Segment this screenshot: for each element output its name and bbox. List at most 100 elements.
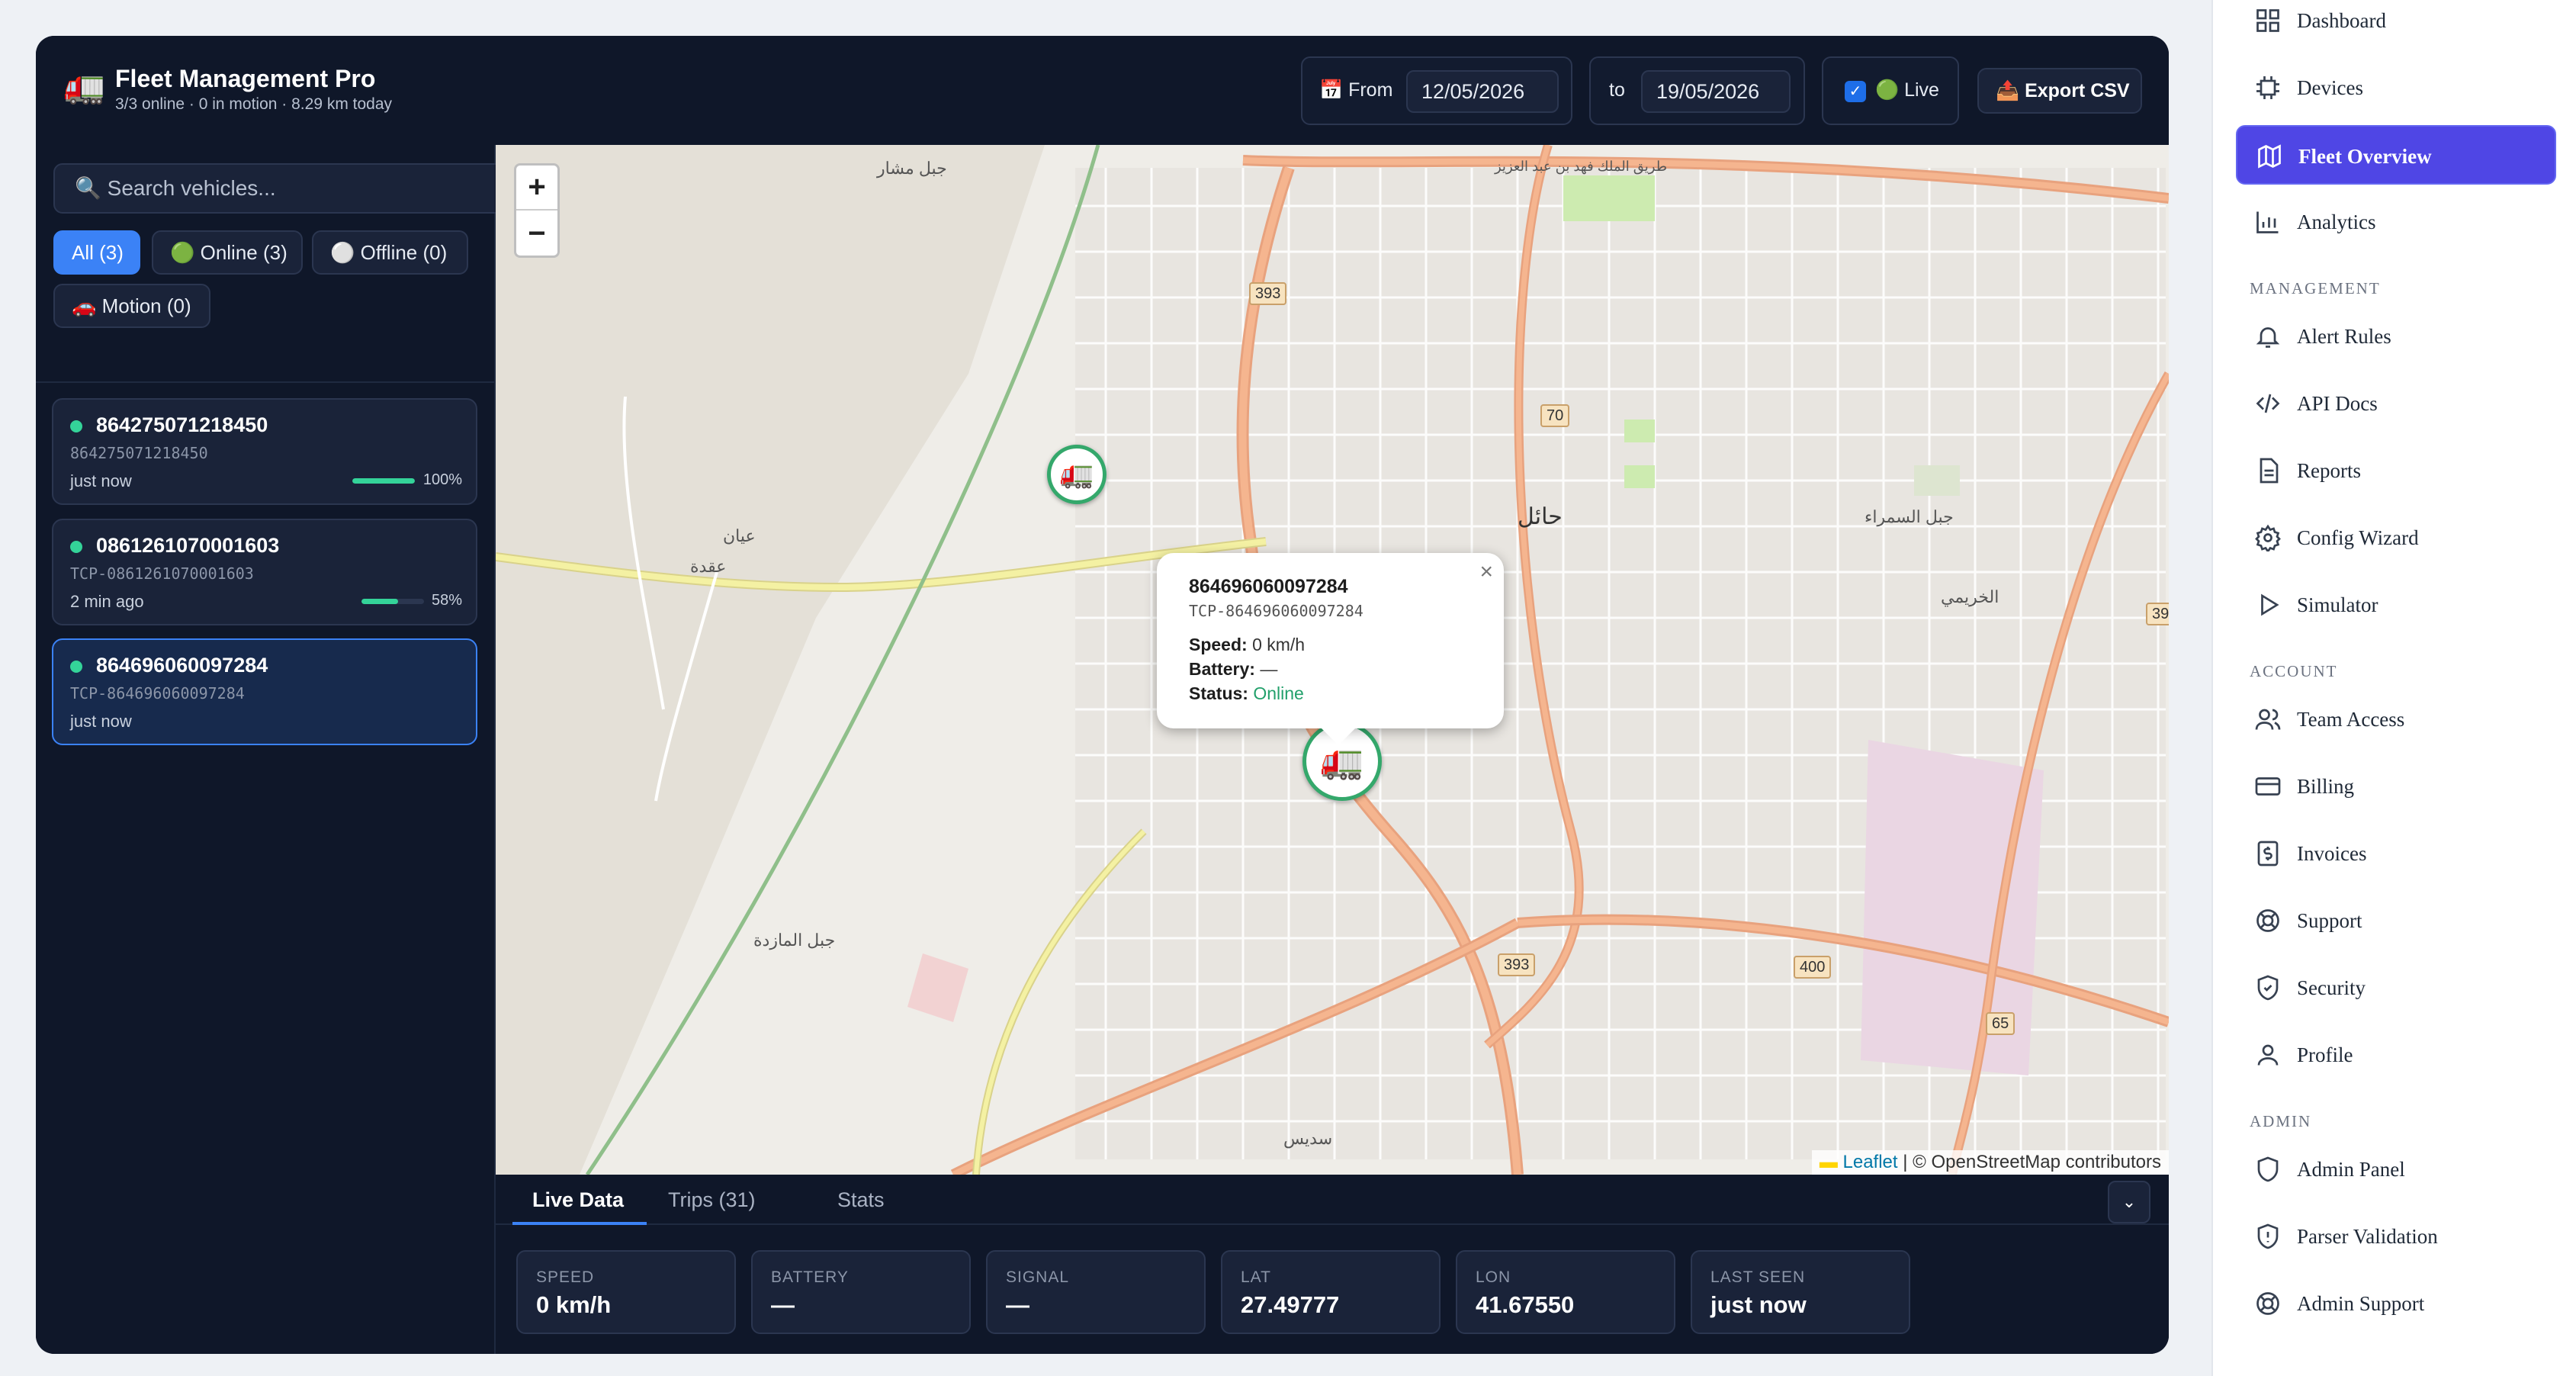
nav-dashboard[interactable]: Dashboard [2236, 0, 2556, 50]
nav-fleet-overview[interactable]: Fleet Overview [2236, 125, 2556, 185]
route-shield: 65 [1986, 1012, 2016, 1035]
app-title: Fleet Management Pro [115, 65, 376, 92]
credit-card-icon [2255, 777, 2281, 796]
chip-icon [2256, 76, 2279, 99]
zoom-out-button[interactable]: − [516, 212, 557, 257]
tab-live-data[interactable]: Live Data [532, 1188, 624, 1212]
popup-close-icon[interactable]: × [1479, 559, 1493, 585]
vehicle-card[interactable]: 0861261070001603 TCP-0861261070001603 2 … [52, 519, 477, 625]
nav-label: Simulator [2297, 593, 2378, 616]
collapse-panel-button[interactable]: ⌄ [2108, 1181, 2150, 1223]
live-toggle[interactable]: ✓ 🟢 Live [1822, 56, 1959, 125]
shield-icon [2257, 975, 2279, 1001]
nav-billing[interactable]: Billing [2236, 757, 2556, 816]
stat-last-seen: LAST SEEN just now [1691, 1250, 1910, 1334]
popup-status: Status: Online [1189, 683, 1304, 704]
vehicle-card-selected[interactable]: 864696060097284 TCP-864696060097284 just… [52, 638, 477, 745]
nav-label: Dashboard [2297, 9, 2386, 32]
map-label-uqdah: عقدة [690, 557, 727, 576]
nav-reports[interactable]: Reports [2236, 441, 2556, 500]
nav-api-docs[interactable]: API Docs [2236, 374, 2556, 433]
battery-bar [361, 599, 424, 604]
filter-all-chip[interactable]: All (3) [53, 230, 140, 275]
nav-invoices[interactable]: Invoices [2236, 824, 2556, 883]
detail-tabs: Live Data Trips (31) Stats ⌄ [496, 1175, 2169, 1225]
route-shield: 393 [2146, 603, 2169, 625]
nav-admin-support[interactable]: Admin Support [2236, 1274, 2556, 1333]
battery-percent: 58% [431, 592, 462, 609]
map-label-jabal-maidhiyah: جبل المازدة [753, 931, 836, 950]
stat-label: BATTERY [771, 1268, 849, 1286]
zoom-in-button[interactable]: + [516, 166, 557, 211]
tab-stats[interactable]: Stats [837, 1188, 885, 1212]
stat-value: 27.49777 [1241, 1291, 1340, 1318]
online-status-dot [70, 541, 82, 553]
live-checkbox[interactable]: ✓ [1845, 81, 1866, 102]
map-label-road-north: طريق الملك فهد بن عبد العزيز [1495, 159, 1668, 174]
document-icon [2260, 458, 2279, 484]
popup-vehicle-name: 864696060097284 [1189, 576, 1348, 597]
nav-label: Team Access [2297, 708, 2405, 731]
nav-label: Invoices [2297, 842, 2367, 865]
export-csv-button[interactable]: 📤 Export CSV [1977, 68, 2142, 114]
vehicle-last-seen: just now [70, 471, 132, 490]
nav-alert-rules[interactable]: Alert Rules [2236, 307, 2556, 366]
from-date-input[interactable]: 12/05/2026 [1406, 70, 1559, 113]
live-label: 🟢 Live [1875, 79, 1939, 101]
nav-devices[interactable]: Devices [2236, 58, 2556, 117]
battery-percent: 100% [422, 471, 462, 488]
map-attribution: ▬ Leaflet | © OpenStreetMap contributors [1811, 1150, 2169, 1175]
nav-profile[interactable]: Profile [2236, 1025, 2556, 1085]
leaflet-link[interactable]: Leaflet [1843, 1152, 1898, 1172]
nav-label: Security [2297, 976, 2366, 999]
tab-trips[interactable]: Trips (31) [668, 1188, 756, 1212]
stat-label: SPEED [536, 1268, 595, 1286]
user-icon [2257, 1044, 2279, 1066]
play-icon [2261, 593, 2279, 616]
popup-vehicle-id: TCP-864696060097284 [1189, 602, 1363, 620]
nav-simulator[interactable]: Simulator [2236, 575, 2556, 635]
from-label: 📅 From [1319, 79, 1393, 101]
stat-value: just now [1710, 1291, 1807, 1318]
stat-battery: BATTERY — [751, 1250, 971, 1334]
nav-security[interactable]: Security [2236, 958, 2556, 1018]
nav-analytics[interactable]: Analytics [2236, 192, 2556, 252]
filter-offline-chip[interactable]: ⚪ Offline (0) [312, 230, 468, 275]
nav-label: Analytics [2297, 211, 2376, 233]
nav-config-wizard[interactable]: Config Wizard [2236, 508, 2556, 567]
map-label-jabal-mashar: جبل مشار [877, 159, 947, 178]
nav-label: Profile [2297, 1043, 2353, 1066]
filter-online-chip[interactable]: 🟢 Online (3) [152, 230, 303, 275]
battery-fill [352, 478, 415, 484]
nav-label: Admin Support [2297, 1292, 2425, 1315]
popup-status-value: Online [1253, 683, 1304, 703]
nav-label: Alert Rules [2297, 325, 2391, 348]
nav-admin-panel[interactable]: Admin Panel [2236, 1140, 2556, 1199]
truck-icon: 🚛 [63, 68, 105, 105]
main-navigation: Dashboard Devices Fleet Overview Analyti… [2211, 0, 2576, 1376]
to-date-input[interactable]: 19/05/2026 [1641, 70, 1791, 113]
map-label-sudays: سديس [1283, 1129, 1333, 1148]
map-label-aban: عيان [723, 526, 756, 545]
search-vehicles-input[interactable]: 🔍 Search vehicles... [53, 163, 511, 214]
bell-icon [2256, 327, 2280, 348]
nav-label: Fleet Overview [2298, 145, 2432, 168]
stat-value: — [1006, 1291, 1029, 1318]
nav-team-access[interactable]: Team Access [2236, 690, 2556, 749]
nav-parser-validation[interactable]: Parser Validation [2236, 1207, 2556, 1266]
route-shield: 393 [1249, 282, 1287, 305]
to-label: to [1609, 79, 1625, 101]
vehicle-card[interactable]: 864275071218450 864275071218450 just now… [52, 398, 477, 505]
route-shield: 400 [1794, 956, 1832, 979]
fleet-summary: 3/3 online · 0 in motion · 8.29 km today [115, 95, 393, 113]
nav-support[interactable]: Support [2236, 891, 2556, 950]
vehicle-marker-truck-icon[interactable]: 🚛 [1047, 445, 1107, 504]
lifebuoy-icon [2256, 909, 2279, 932]
filter-motion-chip[interactable]: 🚗 Motion (0) [53, 284, 210, 328]
gear-icon [2255, 524, 2281, 551]
fleet-map[interactable]: + − حائل جبل السمراء الخريمي عقدة عيان ج… [496, 145, 2169, 1175]
vehicle-detail-panel: Live Data Trips (31) Stats ⌄ SPEED 0 km/… [496, 1175, 2169, 1354]
vehicle-id: 864275071218450 [70, 444, 208, 462]
vehicle-name: 0861261070001603 [96, 534, 280, 557]
map-label-jabal-samra: جبل السمراء [1865, 507, 1954, 526]
